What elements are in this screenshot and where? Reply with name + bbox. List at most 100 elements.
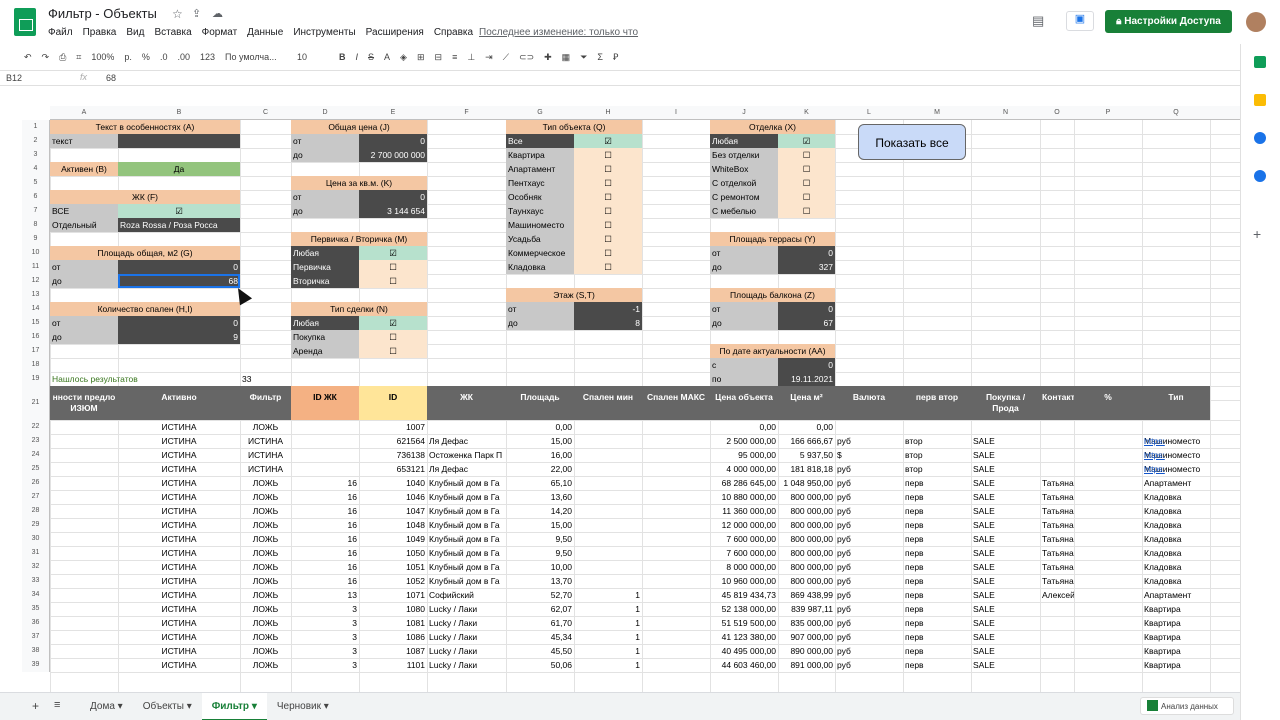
table-cell[interactable] — [291, 420, 359, 434]
table-cell[interactable]: SALE — [971, 518, 1040, 532]
filter-input[interactable]: 67 — [778, 316, 835, 330]
spreadsheet-grid[interactable]: A B C D E F G H I J K L M N O P Q 1 2 3 4 5 6 7 8 9 10 11 12 13 14 15 16… — [0, 88, 1240, 692]
table-cell[interactable]: 16 — [291, 574, 359, 588]
table-cell[interactable]: 1 — [574, 644, 642, 658]
table-header[interactable]: перв втор — [903, 386, 971, 420]
table-cell[interactable]: SALE — [971, 546, 1040, 560]
text-color-button[interactable]: A — [380, 52, 394, 62]
filter-option-checkbox[interactable]: ☑ — [359, 246, 427, 260]
italic-button[interactable]: I — [352, 52, 363, 62]
filter-option-checkbox[interactable]: ☐ — [574, 246, 642, 260]
table-cell[interactable]: ЛОЖЬ — [240, 490, 291, 504]
increase-decimal-button[interactable]: .00 — [173, 52, 194, 62]
table-cell[interactable]: 181 818,18 — [778, 462, 835, 476]
table-cell[interactable]: ИСТИНА — [118, 560, 240, 574]
row-header[interactable]: 8 — [22, 218, 50, 232]
table-cell[interactable] — [835, 420, 903, 434]
row-header[interactable]: 17 — [22, 344, 50, 358]
table-cell[interactable]: 835 000,00 — [778, 616, 835, 630]
currency-button[interactable]: р. — [120, 52, 136, 62]
table-cell[interactable]: ИСТИНА — [118, 420, 240, 434]
table-cell[interactable]: перв — [903, 602, 971, 616]
table-cell[interactable]: 621564 — [359, 434, 427, 448]
table-cell[interactable]: ЛОЖЬ — [240, 588, 291, 602]
filter-input[interactable]: 0 — [359, 134, 427, 148]
table-header[interactable]: Активно — [118, 386, 240, 420]
table-cell[interactable]: 16 — [291, 532, 359, 546]
table-cell[interactable]: 890 000,00 — [778, 644, 835, 658]
table-cell[interactable] — [1040, 630, 1074, 644]
table-cell[interactable]: ЛОЖЬ — [240, 518, 291, 532]
table-cell[interactable]: Клубный дом в Га — [427, 490, 506, 504]
table-cell[interactable]: 15,00 — [506, 434, 574, 448]
table-cell[interactable]: 1050 — [359, 546, 427, 560]
filter-option-checkbox[interactable]: ☐ — [574, 190, 642, 204]
table-cell[interactable]: ЛОЖЬ — [240, 658, 291, 672]
row-header[interactable]: 29 — [22, 518, 50, 532]
table-cell[interactable]: 0,00 — [710, 420, 778, 434]
table-cell[interactable]: 52 138 000,00 — [710, 602, 778, 616]
table-cell[interactable]: 736138 — [359, 448, 427, 462]
table-cell[interactable]: руб — [835, 602, 903, 616]
sheet-tab[interactable]: Объекты ▾ — [133, 693, 202, 720]
filter-option-checkbox[interactable]: ☐ — [574, 204, 642, 218]
table-cell[interactable]: руб — [835, 504, 903, 518]
table-cell[interactable] — [574, 476, 642, 490]
merge-icon[interactable]: ⊟ — [431, 52, 447, 63]
table-cell[interactable]: втор — [903, 448, 971, 462]
table-cell[interactable]: 16,00 — [506, 448, 574, 462]
table-cell[interactable]: Кладовка — [1142, 532, 1210, 546]
column-header[interactable]: I — [642, 106, 710, 120]
table-cell[interactable]: ИСТИНА — [118, 434, 240, 448]
table-cell[interactable]: 1087 — [359, 644, 427, 658]
table-cell[interactable]: ЛОЖЬ — [240, 602, 291, 616]
table-cell[interactable]: ИСТИНА — [118, 546, 240, 560]
table-cell[interactable]: Кладовка — [1142, 560, 1210, 574]
sheets-logo-icon[interactable] — [14, 8, 36, 36]
table-cell[interactable] — [574, 420, 642, 434]
table-cell[interactable]: Апартамент — [1142, 476, 1210, 490]
table-cell[interactable]: ИСТИНА — [118, 462, 240, 476]
table-header[interactable]: Спален мин — [574, 386, 642, 420]
table-cell[interactable]: ЛОЖЬ — [240, 420, 291, 434]
table-cell[interactable]: 11 360 000,00 — [710, 504, 778, 518]
table-cell[interactable] — [574, 532, 642, 546]
avatar[interactable] — [1246, 12, 1266, 32]
table-header[interactable]: Покупка / Прода — [971, 386, 1040, 420]
table-cell[interactable]: 45,34 — [506, 630, 574, 644]
table-header[interactable]: Фильтр — [240, 386, 291, 420]
table-cell[interactable]: перв — [903, 490, 971, 504]
table-cell[interactable]: ИСТИНА — [118, 602, 240, 616]
row-header[interactable]: 5 — [22, 176, 50, 190]
table-cell[interactable]: 4 000 000,00 — [710, 462, 778, 476]
table-cell[interactable]: Lucky / Лаки — [427, 630, 506, 644]
table-cell[interactable]: 1 — [574, 630, 642, 644]
filter-option-checkbox[interactable]: ☐ — [359, 330, 427, 344]
column-header[interactable]: D — [291, 106, 359, 120]
table-cell[interactable]: 1040 — [359, 476, 427, 490]
table-cell[interactable]: 800 000,00 — [778, 504, 835, 518]
table-cell[interactable]: 1081 — [359, 616, 427, 630]
table-cell[interactable]: Татьяна 89623634765 — [1040, 518, 1074, 532]
row-header[interactable]: 23 — [22, 434, 50, 448]
table-cell[interactable]: Кладовка — [1142, 504, 1210, 518]
table-cell[interactable]: перв — [903, 518, 971, 532]
input-tools-icon[interactable]: Ꝑ — [609, 52, 622, 63]
table-cell[interactable]: Ля Дефас — [427, 462, 506, 476]
table-cell[interactable]: 16 — [291, 504, 359, 518]
name-box[interactable]: B12 — [6, 73, 22, 83]
filter-option-checkbox[interactable]: ☐ — [778, 204, 835, 218]
zhk-all-checkbox[interactable]: ☑ — [118, 204, 240, 218]
table-header[interactable]: Валюта — [835, 386, 903, 420]
table-cell[interactable] — [971, 420, 1040, 434]
table-cell[interactable]: 1071 — [359, 588, 427, 602]
table-cell[interactable]: 800 000,00 — [778, 574, 835, 588]
zhk-dropdown[interactable]: Roza Rossa / Роза Росса — [118, 218, 240, 232]
column-header[interactable]: P — [1074, 106, 1142, 120]
table-cell[interactable]: Клубный дом в Га — [427, 560, 506, 574]
keep-icon[interactable] — [1254, 94, 1266, 106]
table-header[interactable]: ЖК — [427, 386, 506, 420]
table-cell[interactable]: ЛОЖЬ — [240, 504, 291, 518]
functions-icon[interactable]: Σ — [593, 52, 607, 62]
filter-input[interactable]: 327 — [778, 260, 835, 274]
